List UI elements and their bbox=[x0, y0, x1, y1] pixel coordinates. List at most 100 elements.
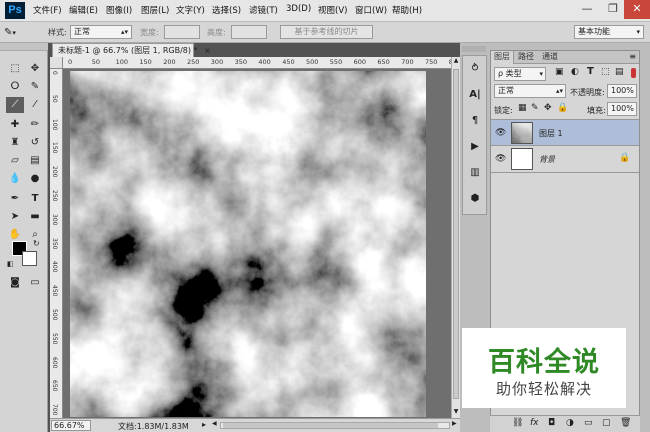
move-icon[interactable]: ✥ bbox=[26, 61, 44, 77]
menu-view[interactable]: 视图(V) bbox=[318, 4, 347, 16]
fill-field[interactable]: 100% bbox=[607, 102, 637, 116]
path-select-icon[interactable]: ➤ bbox=[6, 209, 24, 225]
scroll-thumb[interactable] bbox=[453, 69, 459, 399]
crop-slice-icon[interactable]: ⟋ bbox=[6, 97, 24, 113]
scroll-right-icon[interactable]: ▶ bbox=[452, 420, 458, 431]
tool-preset-picker[interactable]: ✎▾ bbox=[4, 25, 38, 40]
tab-channels[interactable]: 通道 bbox=[539, 51, 561, 64]
healing-brush-icon[interactable]: ✚ bbox=[6, 117, 24, 133]
style-select[interactable]: 正常 ▴▾ bbox=[70, 25, 132, 39]
document-tab[interactable]: 未标题-1 @ 66.7% (图层 1, RGB/8) * × bbox=[52, 43, 211, 57]
horizontal-scrollbar[interactable] bbox=[220, 422, 450, 429]
icon-strip-handle[interactable] bbox=[462, 46, 486, 52]
type-icon[interactable]: T bbox=[26, 191, 44, 207]
link-icon[interactable]: ⛓ bbox=[512, 418, 523, 428]
scroll-down-icon[interactable]: ▼ bbox=[452, 408, 460, 417]
filter-adjustment-icon[interactable]: ◐ bbox=[571, 67, 579, 77]
canvas[interactable] bbox=[70, 71, 426, 417]
menu-3d[interactable]: 3D(D) bbox=[286, 4, 311, 14]
workspace-select[interactable]: 基本功能 ▾ bbox=[574, 25, 644, 39]
new-layer-icon[interactable]: ▢ bbox=[602, 418, 611, 428]
tab-layers[interactable]: 图层 bbox=[491, 51, 514, 64]
menu-type[interactable]: 文字(Y) bbox=[176, 4, 205, 16]
eye-icon[interactable]: 👁 bbox=[495, 154, 506, 164]
horizontal-ruler[interactable]: 0 50 100 150 200 250 300 350 400 450 500 550 600 650 7… bbox=[63, 57, 451, 69]
menu-help[interactable]: 帮助(H) bbox=[392, 4, 422, 16]
width-field[interactable] bbox=[164, 25, 200, 39]
close-tab-icon[interactable]: × bbox=[204, 46, 211, 55]
adjustment-icon[interactable]: ◑ bbox=[566, 418, 574, 428]
menu-image[interactable]: 图像(I) bbox=[106, 4, 132, 16]
eraser-icon[interactable]: ▱ bbox=[6, 153, 24, 169]
default-colors-icon[interactable]: ◧ bbox=[7, 260, 14, 268]
mask-icon[interactable]: ◘ bbox=[548, 418, 555, 428]
filter-kind-select[interactable]: ρ 类型 ▾ bbox=[494, 67, 546, 81]
quick-mask-icon[interactable]: ◙ bbox=[6, 275, 24, 291]
opacity-field[interactable]: 100% bbox=[607, 84, 637, 98]
lock-transparent-icon[interactable]: ▦ bbox=[518, 103, 527, 113]
layer-row-1[interactable]: 👁 图层 1 bbox=[491, 119, 639, 146]
ruler-origin[interactable] bbox=[50, 57, 63, 69]
layer-row-background[interactable]: 👁 背景 🔒 bbox=[491, 146, 639, 173]
filter-shape-icon[interactable]: ⬚ bbox=[601, 67, 610, 77]
character-panel-icon[interactable]: A| bbox=[466, 86, 484, 104]
vertical-scrollbar[interactable]: ▲ ▼ bbox=[451, 57, 460, 418]
vertical-ruler[interactable]: 0 50 100 150 200 250 300 350 400 450 500 550 600 650 7… bbox=[50, 69, 63, 418]
blur-icon[interactable]: 💧 bbox=[6, 171, 24, 187]
filter-pixel-icon[interactable]: ▣ bbox=[555, 67, 564, 77]
lock-pixels-icon[interactable]: ✎ bbox=[531, 103, 539, 113]
menu-file[interactable]: 文件(F) bbox=[33, 4, 62, 16]
height-field[interactable] bbox=[231, 25, 267, 39]
delete-icon[interactable]: 🗑 bbox=[620, 418, 631, 428]
lock-all-icon[interactable]: 🔒 bbox=[557, 103, 568, 113]
layer-name[interactable]: 图层 1 bbox=[539, 128, 563, 139]
blend-mode-select[interactable]: 正常 ▴▾ bbox=[494, 84, 566, 98]
clouds-image bbox=[70, 71, 426, 417]
ruler-tick-label: 650 bbox=[51, 380, 58, 392]
brush-icon[interactable]: ✏ bbox=[26, 117, 44, 133]
menu-window[interactable]: 窗口(W) bbox=[355, 4, 387, 16]
screen-mode-icon[interactable]: ▭ bbox=[26, 275, 44, 291]
filter-smart-object-icon[interactable]: ▤ bbox=[615, 67, 624, 77]
eyedropper-icon[interactable]: ⁄ bbox=[26, 97, 44, 113]
panel-menu-icon[interactable]: ≡ bbox=[629, 52, 636, 61]
slices-from-guides-button[interactable]: 基于参考线的切片 bbox=[280, 25, 373, 39]
menu-layer[interactable]: 图层(L) bbox=[141, 4, 169, 16]
filter-toggle[interactable] bbox=[631, 68, 636, 78]
fx-icon[interactable]: fx bbox=[530, 418, 539, 428]
ruler-tick-label: 500 bbox=[306, 58, 319, 66]
zoom-field[interactable]: 66.67% bbox=[51, 420, 91, 431]
menu-select[interactable]: 选择(S) bbox=[212, 4, 241, 16]
background-color-swatch[interactable] bbox=[22, 251, 37, 266]
lasso-icon[interactable]: ⵔ bbox=[6, 79, 24, 95]
tab-paths[interactable]: 路径 bbox=[515, 51, 537, 64]
filter-type-icon[interactable]: T bbox=[587, 66, 594, 77]
lock-position-icon[interactable]: ✥ bbox=[544, 103, 552, 113]
history-brush-icon[interactable]: ↺ bbox=[26, 135, 44, 151]
swap-colors-icon[interactable]: ↻ bbox=[33, 239, 40, 248]
layer-name[interactable]: 背景 bbox=[539, 154, 555, 165]
pen-icon[interactable]: ✒ bbox=[6, 191, 24, 207]
minimize-button[interactable]: — bbox=[574, 0, 600, 19]
dodge-icon[interactable]: ● bbox=[26, 171, 44, 187]
scroll-left-icon[interactable]: ◀ bbox=[212, 420, 218, 431]
gradient-icon[interactable]: ▤ bbox=[26, 153, 44, 169]
clone-stamp-icon[interactable]: ♜ bbox=[6, 135, 24, 151]
close-button[interactable]: ✕ bbox=[624, 0, 650, 19]
quick-select-icon[interactable]: ✎ bbox=[26, 79, 44, 95]
menu-edit[interactable]: 编辑(E) bbox=[69, 4, 98, 16]
eye-icon[interactable]: 👁 bbox=[495, 128, 506, 138]
paragraph-panel-icon[interactable]: ¶ bbox=[466, 112, 484, 130]
horizontal-scroll-thumb[interactable] bbox=[223, 423, 438, 428]
scroll-up-icon[interactable]: ▲ bbox=[452, 57, 460, 66]
menu-filter[interactable]: 滤镜(T) bbox=[249, 4, 278, 16]
3d-panel-icon[interactable]: ⬢ bbox=[466, 190, 484, 208]
marquee-icon[interactable]: ⬚ bbox=[6, 61, 24, 77]
status-menu-icon[interactable]: ▸ bbox=[202, 420, 206, 429]
layer-comps-icon[interactable]: ▥ bbox=[466, 164, 484, 182]
group-icon[interactable]: ▭ bbox=[584, 418, 593, 428]
history-panel-icon[interactable]: ⥁ bbox=[466, 60, 484, 78]
actions-panel-icon[interactable]: ▶ bbox=[466, 138, 484, 156]
restore-button[interactable]: ❐ bbox=[600, 0, 626, 19]
rectangle-icon[interactable]: ▬ bbox=[26, 209, 44, 225]
